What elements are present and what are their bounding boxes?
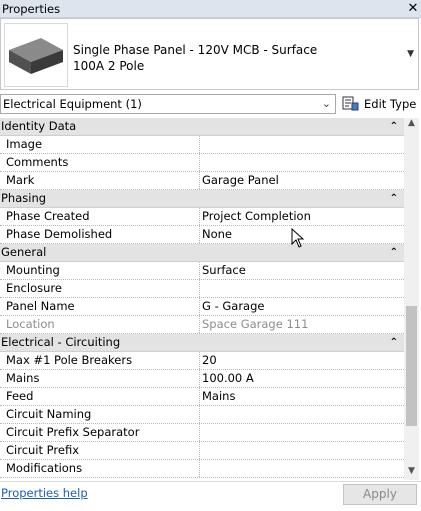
- param-row[interactable]: Max #1 Pole Breakers 20: [0, 352, 404, 370]
- category-electrical-circuiting[interactable]: Electrical - Circuiting ⌃: [0, 334, 404, 352]
- edit-type-button[interactable]: Edit Type: [342, 94, 416, 114]
- param-row[interactable]: Modifications: [0, 460, 404, 478]
- type-thumbnail: [4, 23, 68, 87]
- param-row[interactable]: Mains 100.00 A: [0, 370, 404, 388]
- category-label: Electrical - Circuiting: [1, 335, 121, 349]
- window-title: Properties: [2, 1, 61, 16]
- param-value[interactable]: 100.00 A: [202, 370, 254, 387]
- param-value[interactable]: Surface: [202, 262, 246, 279]
- title-bar: Properties ✕: [0, 0, 421, 18]
- param-row[interactable]: Feed Mains: [0, 388, 404, 406]
- param-row[interactable]: Enclosure: [0, 280, 404, 298]
- param-value[interactable]: Mains: [202, 388, 235, 405]
- param-value[interactable]: Garage Panel: [202, 172, 279, 189]
- param-name: Max #1 Pole Breakers: [6, 353, 133, 367]
- mouse-cursor-icon: [291, 228, 305, 248]
- instance-filter-value: Electrical Equipment (1): [3, 97, 142, 111]
- scroll-down-icon[interactable]: ▼: [404, 466, 419, 480]
- collapse-icon[interactable]: ⌃: [390, 118, 398, 135]
- param-name: Location: [6, 317, 55, 331]
- param-name: Phase Created: [6, 209, 90, 223]
- scrollbar-thumb[interactable]: [406, 306, 417, 426]
- param-value[interactable]: Project Completion: [202, 208, 311, 225]
- param-row[interactable]: Mark Garage Panel: [0, 172, 404, 190]
- param-value: Space Garage 111: [202, 317, 309, 331]
- scroll-up-icon[interactable]: ▲: [404, 118, 419, 132]
- type-dropdown-arrow-icon[interactable]: ▼: [407, 49, 414, 59]
- edit-type-label: Edit Type: [364, 97, 417, 111]
- param-value[interactable]: G - Garage: [202, 298, 264, 315]
- param-name: Circuit Prefix: [6, 443, 80, 457]
- properties-help-link[interactable]: Properties help: [1, 486, 88, 500]
- param-name: Circuit Prefix Separator: [6, 425, 140, 439]
- param-value[interactable]: 20: [202, 352, 217, 369]
- param-name: Panel Name: [6, 299, 75, 313]
- param-row[interactable]: Phase Created Project Completion: [0, 208, 404, 226]
- type-selector[interactable]: Single Phase Panel - 120V MCB - Surface …: [0, 18, 419, 90]
- param-name: Mark: [6, 173, 35, 187]
- param-row[interactable]: Phase Demolished None: [0, 226, 404, 244]
- param-row: Location Space Garage 111: [0, 316, 404, 334]
- collapse-icon[interactable]: ⌃: [390, 334, 398, 351]
- param-row[interactable]: Circuit Prefix Separator: [0, 424, 404, 442]
- footer-bar: Properties help Apply: [0, 481, 421, 511]
- panel-box-icon: [9, 38, 63, 74]
- param-row[interactable]: Comments: [0, 154, 404, 172]
- edit-type-icon: [342, 96, 359, 111]
- param-name: Feed: [6, 389, 34, 403]
- param-row[interactable]: Circuit Naming: [0, 406, 404, 424]
- collapse-icon[interactable]: ⌃: [390, 190, 398, 207]
- chevron-down-icon: ⌄: [321, 97, 331, 110]
- collapse-icon[interactable]: ⌃: [390, 244, 398, 261]
- param-name: Comments: [6, 155, 69, 169]
- param-name: Circuit Naming: [6, 407, 92, 421]
- param-name: Enclosure: [6, 281, 62, 295]
- close-icon[interactable]: ✕: [405, 1, 421, 16]
- param-row[interactable]: Image: [0, 136, 404, 154]
- param-row[interactable]: Mounting Surface: [0, 262, 404, 280]
- instance-filter-dropdown[interactable]: Electrical Equipment (1) ⌄: [0, 94, 336, 114]
- type-name: Single Phase Panel - 120V MCB - Surface …: [73, 42, 317, 74]
- category-label: General: [1, 245, 47, 259]
- category-label: Phasing: [1, 191, 47, 205]
- param-name: Phase Demolished: [6, 227, 113, 241]
- vertical-scrollbar[interactable]: ▲ ▼: [404, 118, 419, 480]
- category-phasing[interactable]: Phasing ⌃: [0, 190, 404, 208]
- param-name: Modifications: [6, 461, 83, 475]
- category-identity-data[interactable]: Identity Data ⌃: [0, 118, 404, 136]
- param-name: Mounting: [6, 263, 60, 277]
- category-general[interactable]: General ⌃: [0, 244, 404, 262]
- param-row[interactable]: Panel Name G - Garage: [0, 298, 404, 316]
- param-name: Mains: [6, 371, 40, 385]
- param-row[interactable]: Circuit Prefix: [0, 442, 404, 460]
- param-name: Image: [6, 137, 43, 151]
- category-label: Identity Data: [1, 119, 77, 133]
- properties-grid: Identity Data ⌃ Image Comments Mark Garag…: [0, 118, 404, 480]
- type-name-line1: Single Phase Panel - 120V MCB - Surface: [73, 43, 318, 57]
- apply-button[interactable]: Apply: [343, 484, 417, 505]
- filter-row: Electrical Equipment (1) ⌄ Edit Type: [0, 94, 421, 116]
- type-name-line2: 100A 2 Pole: [73, 59, 145, 73]
- param-value[interactable]: None: [202, 226, 232, 243]
